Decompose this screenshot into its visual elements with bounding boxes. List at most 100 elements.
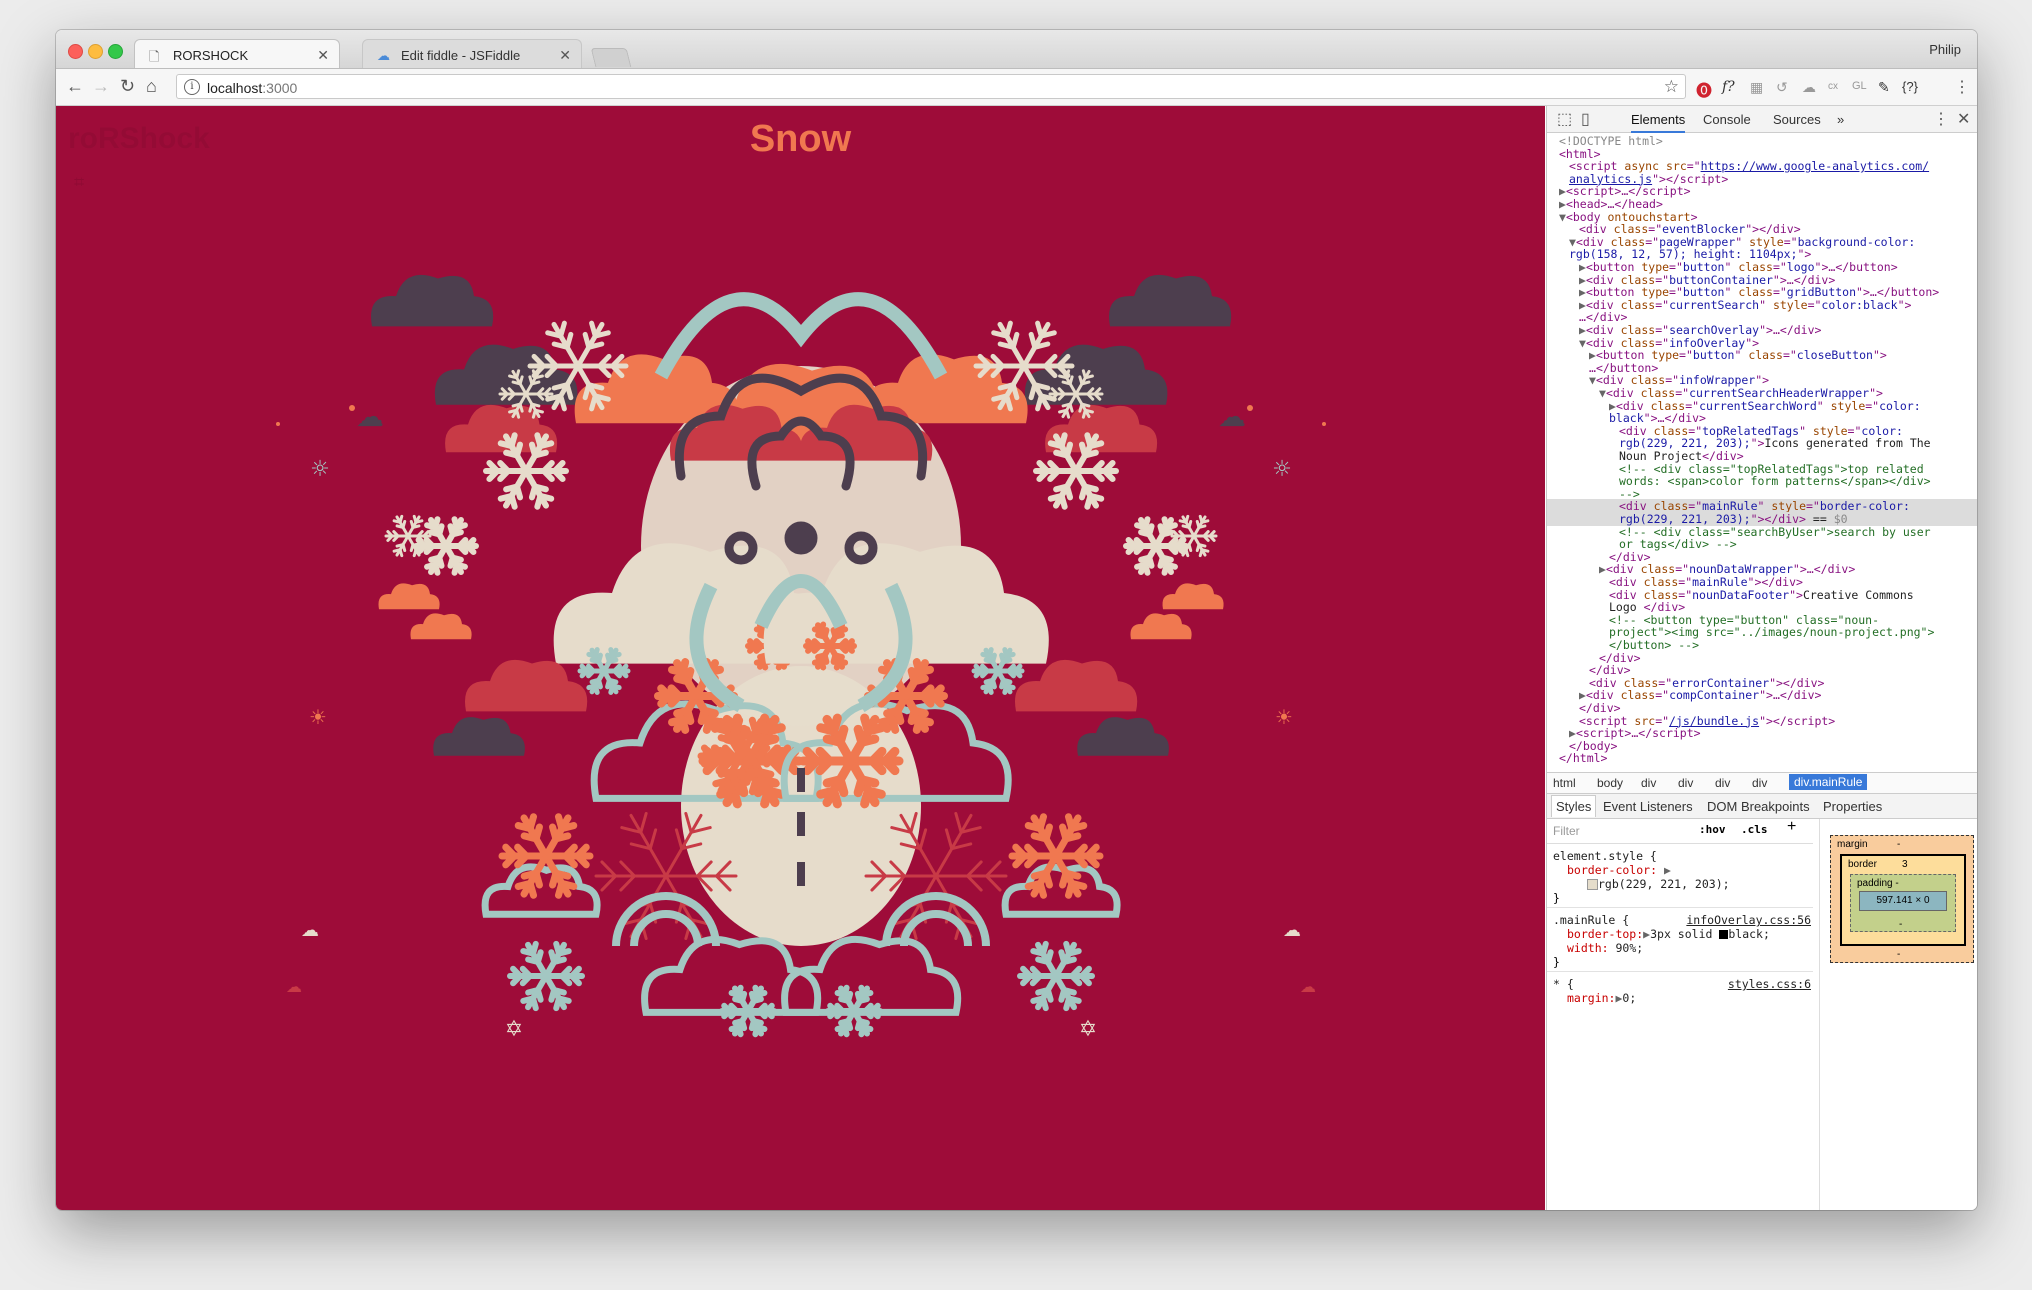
forward-icon[interactable]: → [92, 76, 110, 96]
content-box[interactable]: 597.141 × 0 [1859, 891, 1947, 911]
style-value[interactable]: rgb(229, 221, 203); [1587, 877, 1730, 891]
style-declaration[interactable]: border-top:▶3px solid black; [1567, 927, 1770, 941]
styles-pane: Filter :hov .cls + element.style { borde… [1547, 819, 1813, 1210]
tab-event-listeners[interactable]: Event Listeners [1603, 799, 1693, 814]
color-swatch[interactable] [1719, 930, 1729, 939]
new-tab-button[interactable] [590, 48, 632, 67]
cls-toggle[interactable]: .cls [1741, 823, 1768, 837]
teal-snowflake-icon [1017, 940, 1095, 1012]
rule-close: } [1553, 955, 1560, 969]
breadcrumb-item[interactable]: div [1752, 776, 1767, 790]
rule-selector: .mainRule { [1553, 913, 1630, 927]
reload-icon[interactable]: ↻ [120, 76, 135, 96]
dom-tree[interactable]: <!DOCTYPE html> <html> <script async src="… [1547, 134, 1977, 764]
close-tab-icon[interactable]: ✕ [317, 47, 329, 64]
padding-box[interactable]: padding - 597.141 × 0 - [1850, 874, 1956, 932]
style-declaration[interactable]: width: 90%; [1567, 941, 1643, 955]
coral-cloud-icon [378, 583, 440, 610]
tab-elements[interactable]: Elements [1631, 112, 1686, 133]
inspect-element-icon[interactable]: ⬚ [1557, 109, 1572, 129]
pinterest-icon[interactable]: ⓿ [1696, 77, 1712, 101]
teal-cloud-icon [481, 863, 601, 918]
dom-node-line[interactable]: </html> [1547, 751, 1977, 764]
rule-close: } [1553, 891, 1560, 905]
address-bar[interactable]: i localhost:3000 ☆ [176, 74, 1686, 99]
rule-selector: element.style { [1553, 849, 1657, 863]
snowflake-icon [413, 516, 479, 576]
breadcrumb-item[interactable]: div [1678, 776, 1693, 790]
source-link[interactable]: infoOverlay.css:56 [1686, 913, 1811, 927]
breadcrumb-item[interactable]: div [1641, 776, 1656, 790]
teal-snowflake-icon [507, 940, 585, 1012]
star-snowflake-icon: ✡ [1079, 1017, 1097, 1042]
style-declaration[interactable]: border-color: ▶ [1567, 863, 1671, 877]
loop-extension-icon[interactable]: ↺ [1776, 79, 1788, 96]
new-rule-button[interactable]: + [1787, 819, 1796, 835]
breadcrumb-item[interactable]: div.mainRule [1789, 774, 1868, 790]
tab-jsfiddle[interactable]: ☁ Edit fiddle - JSFiddle ✕ [362, 39, 582, 68]
url-text[interactable]: localhost:3000 [207, 80, 297, 96]
tab-strip: 🗋 RORSHOCK ✕ ☁ Edit fiddle - JSFiddle ✕ … [56, 30, 1977, 69]
minimize-window-button[interactable] [88, 44, 103, 59]
eyedropper-icon[interactable]: ✎ [1878, 79, 1890, 96]
breadcrumb-item[interactable]: html [1553, 776, 1576, 790]
sun-icon: ☀ [1275, 705, 1293, 729]
devtools-menu-icon[interactable]: ⋮ [1933, 109, 1949, 129]
color-swatch[interactable] [1587, 879, 1598, 890]
devtools-tabbar: ⬚ ▯ Elements Console Sources » ⋮ ✕ [1547, 106, 1977, 133]
hov-toggle[interactable]: :hov [1699, 823, 1726, 837]
filter-bar: Filter :hov .cls + [1547, 819, 1813, 844]
sun-cloud-icon: ☼ [310, 457, 330, 482]
border-box[interactable]: border 3 padding - 597.141 × 0 - [1840, 854, 1966, 946]
grid-extension-icon[interactable]: ▦ [1750, 79, 1763, 96]
close-tab-icon[interactable]: ✕ [559, 47, 571, 64]
bookmark-star-icon[interactable]: ☆ [1664, 77, 1679, 97]
cx-extension-icon[interactable]: cx [1828, 81, 1838, 92]
menu-dots-icon[interactable]: ⋮ [1954, 77, 1970, 97]
dark-mark [797, 862, 805, 886]
dot-icon [276, 422, 280, 426]
info-icon[interactable]: i [184, 79, 200, 95]
back-icon[interactable]: ← [66, 76, 84, 96]
devtools-panel: ⬚ ▯ Elements Console Sources » ⋮ ✕ <!DOC… [1546, 106, 1977, 1210]
home-icon[interactable]: ⌂ [146, 76, 157, 96]
tab-title: Edit fiddle - JSFiddle [401, 48, 521, 63]
star-snowflake-icon: ✡ [505, 1017, 523, 1042]
tab-rorshock[interactable]: 🗋 RORSHOCK ✕ [134, 39, 340, 68]
dot-icon [349, 405, 355, 411]
cloud-extension-icon[interactable]: ☁ [1802, 79, 1816, 96]
tab-sources[interactable]: Sources [1773, 112, 1821, 127]
margin-box[interactable]: margin - - border 3 padding - 597.141 × … [1830, 835, 1974, 963]
gl-extension-icon[interactable]: GL [1852, 80, 1867, 92]
close-window-button[interactable] [68, 44, 83, 59]
style-declaration[interactable]: margin:▶0; [1567, 991, 1636, 1005]
grid-button-icon[interactable]: ⌗ [74, 172, 84, 193]
small-cloud-icon: ☁ [1283, 920, 1301, 941]
dark-mark [797, 812, 805, 836]
dark-mark [797, 768, 805, 792]
coral-cloud-icon [410, 613, 472, 640]
tab-styles[interactable]: Styles [1551, 795, 1597, 817]
styles-subtabs: Styles Event Listeners DOM Breakpoints P… [1547, 794, 1977, 819]
function-icon[interactable]: f? [1722, 79, 1735, 95]
sun-cloud-icon: ☼ [1272, 457, 1292, 482]
dark-cloud-icon [371, 274, 494, 327]
tab-properties[interactable]: Properties [1823, 799, 1882, 814]
breadcrumb-item[interactable]: div [1715, 776, 1730, 790]
breadcrumb-item[interactable]: body [1597, 776, 1623, 790]
rule-selector: * { [1553, 977, 1574, 991]
box-model: margin - - border 3 padding - 597.141 × … [1819, 819, 1977, 1210]
filter-input[interactable]: Filter [1553, 824, 1580, 838]
profile-name[interactable]: Philip [1929, 42, 1961, 57]
teal-snowflake-icon [719, 984, 777, 1038]
json-extension-icon[interactable]: {?} [1902, 79, 1918, 94]
more-tabs-icon[interactable]: » [1837, 112, 1844, 127]
rorschach-artwork: ☁ ☼ ✡ ☀ ☁ ☁ ☁ ☼ ✡ ☀ ☁ ☁ [276, 274, 1326, 1042]
close-devtools-icon[interactable]: ✕ [1957, 109, 1970, 129]
source-link[interactable]: styles.css:6 [1728, 977, 1811, 991]
tab-dom-breakpoints[interactable]: DOM Breakpoints [1707, 799, 1810, 814]
device-toolbar-icon[interactable]: ▯ [1581, 109, 1590, 129]
small-cloud-icon: ☁ [301, 920, 319, 941]
zoom-window-button[interactable] [108, 44, 123, 59]
tab-console[interactable]: Console [1703, 112, 1751, 127]
